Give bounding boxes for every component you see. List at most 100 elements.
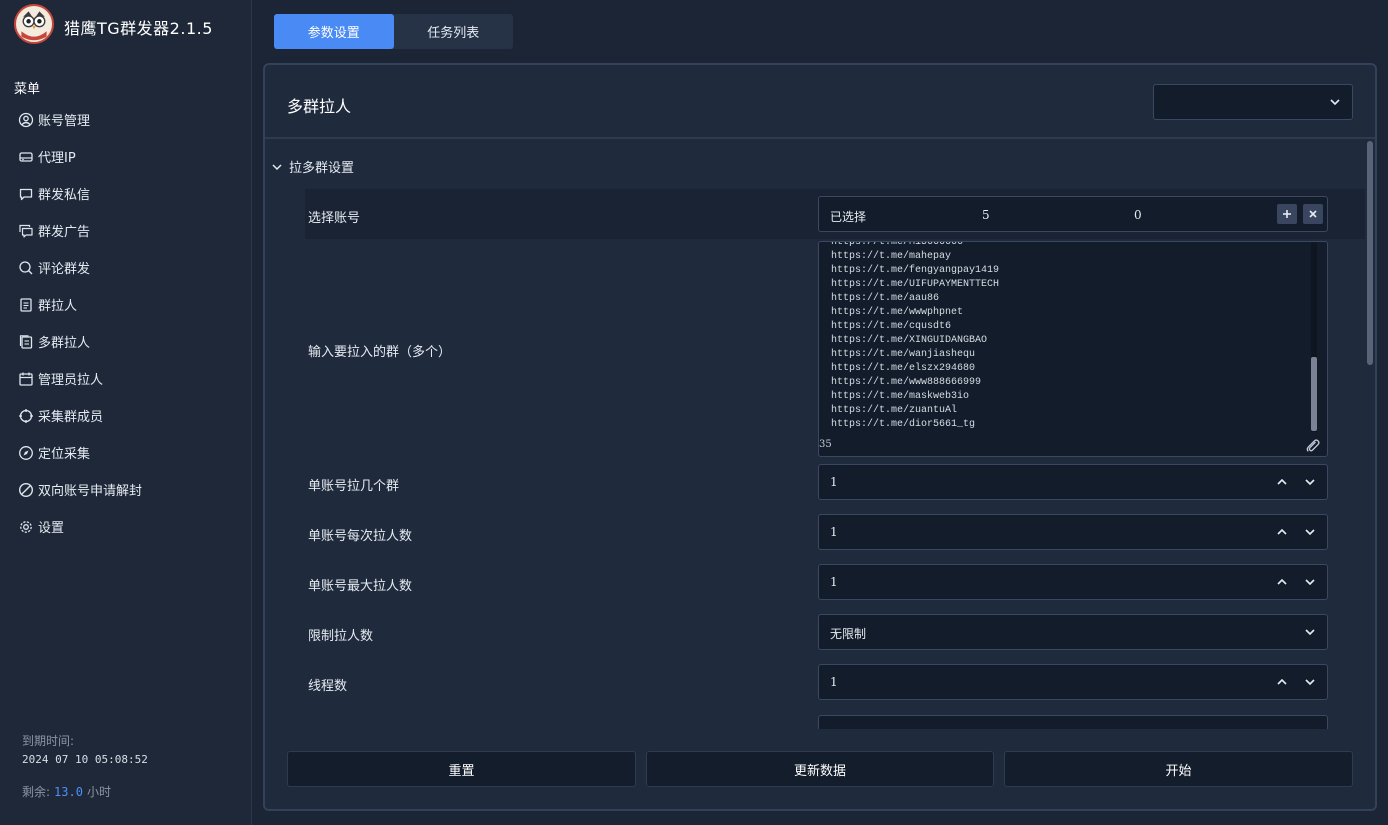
chevron-down-icon[interactable]	[1303, 525, 1317, 539]
group-link: https://t.me/fengyangpay1419	[831, 265, 1000, 276]
limit-invites-select[interactable]: 无限制	[818, 614, 1328, 650]
sidebar-item-label: 账号管理	[38, 114, 91, 129]
group-link: https://t.me/aau86	[831, 293, 940, 304]
groups-textarea[interactable]: https://t.me/M15666666 https://t.me/mahep…	[818, 241, 1328, 457]
sidebar-item-account-management[interactable]: 账号管理	[18, 101, 248, 138]
chevron-down-icon[interactable]	[1303, 675, 1317, 689]
limit-invites-label: 限制拉人数	[308, 629, 374, 644]
sidebar-item-comment-mass[interactable]: 评论群发	[18, 249, 248, 286]
selected-count: 5	[982, 208, 990, 222]
refresh-data-button[interactable]: 更新数据	[646, 751, 994, 787]
comment-search-icon	[18, 260, 34, 276]
select-account-label: 选择账号	[308, 211, 361, 226]
remaining-value: 13.0	[54, 785, 83, 799]
sidebar-item-mass-private-message[interactable]: 群发私信	[18, 175, 248, 212]
line-count: 35	[819, 439, 832, 450]
sidebar-item-proxy-ip[interactable]: 代理IP	[18, 138, 248, 175]
chevron-down-icon[interactable]	[1303, 575, 1317, 589]
chevron-up-icon[interactable]	[1275, 575, 1289, 589]
documents-icon	[18, 334, 34, 350]
plus-icon	[1283, 210, 1291, 218]
sidebar-item-label: 群发广告	[38, 225, 91, 240]
sidebar-item-location-collect[interactable]: 定位采集	[18, 434, 248, 471]
stepper-value: 1	[830, 575, 838, 589]
tab-bar: 参数设置 任务列表	[274, 14, 513, 49]
chevron-down-icon	[1330, 99, 1340, 106]
select-account-field[interactable]: 已选择 5 0	[818, 196, 1328, 232]
tab-task-list[interactable]: 任务列表	[394, 14, 514, 49]
group-link: https://t.me/elszx294680	[831, 363, 976, 374]
chevron-down-icon[interactable]	[1303, 475, 1317, 489]
main-panel: 多群拉人 拉多群设置 选择账号 已选择 5 0 输入要拉入的群（多个） http…	[263, 63, 1377, 811]
group-link: https://t.me/zuantuAl	[831, 405, 958, 416]
sidebar-item-group-invite[interactable]: 群拉人	[18, 286, 248, 323]
server-icon	[18, 149, 34, 165]
sidebar-item-settings[interactable]: 设置	[18, 508, 248, 545]
sidebar-item-admin-invite[interactable]: 管理员拉人	[18, 360, 248, 397]
group-link: https://t.me/wwwphpnet	[831, 307, 964, 318]
config-dropdown[interactable]	[1153, 84, 1353, 120]
threads-stepper[interactable]: 1	[818, 664, 1328, 700]
stepper-value: 1	[830, 525, 838, 539]
compass-icon	[18, 445, 34, 461]
sidebar-menu: 账号管理 代理IP 群发私信 群发广告 评论群发 群拉人 多群拉人 管理员拉人 …	[18, 101, 248, 545]
sidebar-item-label: 群拉人	[38, 299, 78, 314]
sidebar-item-label: 采集群成员	[38, 410, 104, 425]
add-account-button[interactable]	[1277, 204, 1297, 224]
crosshair-icon	[18, 408, 34, 424]
sidebar-item-label: 多群拉人	[38, 336, 91, 351]
chevron-up-icon[interactable]	[1275, 675, 1289, 689]
calendar-icon	[18, 371, 34, 387]
owl-logo-icon	[14, 4, 54, 44]
ban-icon	[18, 482, 34, 498]
page-title: 多群拉人	[287, 97, 352, 116]
expire-label: 到期时间:	[22, 734, 75, 748]
group-link: https://t.me/UIFUPAYMENTTECH	[831, 279, 1000, 290]
paperclip-icon[interactable]	[1305, 438, 1321, 454]
document-icon	[18, 297, 34, 313]
menu-heading: 菜单	[14, 82, 41, 97]
sidebar-item-multi-group-invite[interactable]: 多群拉人	[18, 323, 248, 360]
gear-icon	[18, 519, 34, 535]
invites-per-time-label: 单账号每次拉人数	[308, 529, 413, 544]
sidebar-item-label: 评论群发	[38, 262, 91, 277]
reset-button[interactable]: 重置	[287, 751, 636, 787]
sidebar-item-collect-members[interactable]: 采集群成员	[18, 397, 248, 434]
group-link: https://t.me/www888666999	[831, 377, 982, 388]
close-icon	[1309, 210, 1317, 218]
group-link: https://t.me/mahepay	[831, 251, 952, 262]
chevron-up-icon[interactable]	[1275, 475, 1289, 489]
sidebar-item-unban-request[interactable]: 双向账号申请解封	[18, 471, 248, 508]
sidebar-item-label: 定位采集	[38, 447, 91, 462]
max-invites-stepper[interactable]: 1	[818, 564, 1328, 600]
group-link: https://t.me/wanjiashequ	[831, 349, 976, 360]
groups-per-account-label: 单账号拉几个群	[308, 479, 400, 494]
groups-input-label: 输入要拉入的群（多个）	[308, 345, 452, 360]
next-field-partial[interactable]	[818, 715, 1328, 729]
remaining-time: 剩余: 13.0 小时	[22, 783, 111, 800]
chat-bubble-icon	[18, 186, 34, 202]
start-button[interactable]: 开始	[1004, 751, 1353, 787]
groups-lines: https://t.me/M15666666 https://t.me/mahep…	[831, 242, 1000, 432]
group-link: https://t.me/dior5661_tg	[831, 419, 976, 430]
threads-label: 线程数	[308, 679, 348, 694]
section-title: 拉多群设置	[289, 161, 355, 176]
chevron-up-icon[interactable]	[1275, 525, 1289, 539]
sidebar-item-label: 代理IP	[38, 151, 76, 166]
group-link: https://t.me/maskweb3io	[831, 391, 970, 402]
section-header-multi-group[interactable]: 拉多群设置	[271, 157, 354, 176]
chat-multi-icon	[18, 223, 34, 239]
sidebar-item-mass-ads[interactable]: 群发广告	[18, 212, 248, 249]
app-title: 猎鹰TG群发器2.1.5	[64, 19, 213, 38]
user-circle-icon	[18, 112, 34, 128]
invites-per-time-stepper[interactable]: 1	[818, 514, 1328, 550]
groups-per-account-stepper[interactable]: 1	[818, 464, 1328, 500]
clear-account-button[interactable]	[1303, 204, 1323, 224]
remaining-unit: 小时	[86, 785, 111, 799]
panel-scrollbar-thumb[interactable]	[1367, 141, 1373, 365]
textarea-scrollbar-thumb[interactable]	[1311, 357, 1317, 431]
tab-parameter-settings[interactable]: 参数设置	[274, 14, 394, 49]
stepper-value: 1	[830, 675, 838, 689]
sidebar-item-label: 群发私信	[38, 188, 91, 203]
sidebar-item-label: 双向账号申请解封	[38, 484, 143, 499]
